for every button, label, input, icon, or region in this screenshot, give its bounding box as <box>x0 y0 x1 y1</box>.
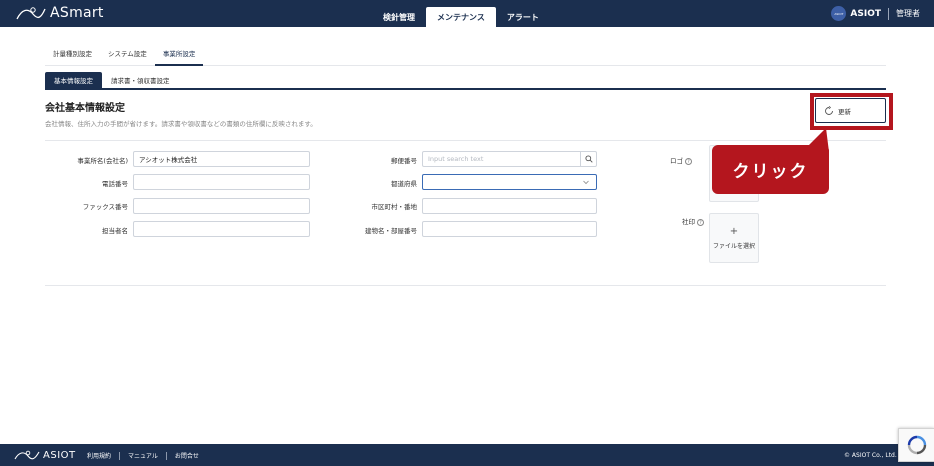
fax-field[interactable] <box>133 198 310 214</box>
building-label: 建物名・部屋番号 <box>365 227 417 235</box>
footer-link-terms[interactable]: 利用規約 <box>87 451 111 460</box>
prefecture-label: 都道府県 <box>391 180 417 188</box>
city-field[interactable] <box>422 198 597 214</box>
header-right: ASIOT ASIOT 管理者 <box>831 6 920 21</box>
chevron-down-icon <box>583 180 589 185</box>
brand-wave-icon <box>14 450 40 460</box>
city-label: 市区町村・番地 <box>371 203 418 211</box>
nav-alert[interactable]: アラート <box>496 7 550 27</box>
seal-label: 社印? <box>682 216 710 226</box>
top-header: ASmart 検針管理 メンテナンス アラート ASIOT ASIOT 管理者 <box>0 0 934 27</box>
help-icon[interactable]: ? <box>685 157 692 165</box>
footer-divider <box>119 451 121 460</box>
footer-links: 利用規約 マニュアル お問合せ <box>87 451 199 460</box>
logo-label: ロゴ? <box>670 155 706 165</box>
seal-upload[interactable]: + ファイルを選択 <box>709 213 759 263</box>
footer-brand[interactable]: ASIOT <box>14 449 76 461</box>
section-description: 会社情報、住所入力の手間が省けます。請求書や領収書などの書類の住所欄に反映されま… <box>45 120 317 128</box>
postal-search-input[interactable]: Input search text <box>422 151 597 167</box>
click-callout: クリック <box>712 145 829 194</box>
phone-field[interactable] <box>133 174 310 190</box>
upload-label: ファイルを選択 <box>712 242 755 250</box>
nav-meter-management[interactable]: 検針管理 <box>372 7 426 27</box>
settings-subnav: 計量種別設定 システム設定 事業所設定 <box>45 44 886 66</box>
brand-name: ASmart <box>50 5 104 21</box>
section-title: 会社基本情報設定 <box>45 103 125 114</box>
brand-logo[interactable]: ASmart <box>16 5 104 21</box>
divider <box>45 285 886 286</box>
office-name-field[interactable]: アシオット株式会社 <box>133 151 310 167</box>
search-button[interactable] <box>580 152 596 166</box>
phone-label: 電話番号 <box>102 180 128 188</box>
click-callout-text: クリック <box>732 162 809 182</box>
divider <box>45 140 886 141</box>
company-badge-icon: ASIOT <box>831 6 847 21</box>
postal-placeholder: Input search text <box>428 155 484 163</box>
company-name: ASIOT <box>850 8 881 19</box>
main-nav: 検針管理 メンテナンス アラート <box>372 7 550 27</box>
recaptcha-icon <box>907 435 926 455</box>
user-menu[interactable]: 管理者 <box>896 8 920 19</box>
plus-icon: + <box>729 225 739 237</box>
building-field[interactable] <box>422 221 597 237</box>
tab-basic-info[interactable]: 基本情報設定 <box>45 72 102 88</box>
footer-link-contact[interactable]: お問合せ <box>175 451 199 460</box>
copyright: © ASIOT Co., Ltd. <box>844 452 897 459</box>
fax-label: ファックス番号 <box>82 203 128 211</box>
recaptcha-badge[interactable] <box>898 428 934 462</box>
help-icon[interactable]: ? <box>697 218 704 226</box>
office-tabs: 基本情報設定 請求書・領収書設定 <box>45 72 886 90</box>
footer-divider <box>165 451 167 460</box>
search-icon <box>584 155 593 163</box>
subnav-metering-type[interactable]: 計量種別設定 <box>45 44 100 66</box>
brand-wave-icon <box>16 7 46 20</box>
postal-label: 郵便番号 <box>391 157 417 165</box>
footer-brand-name: ASIOT <box>43 449 76 461</box>
nav-maintenance[interactable]: メンテナンス <box>426 7 496 27</box>
header-divider <box>888 7 889 20</box>
subnav-system[interactable]: システム設定 <box>100 44 155 66</box>
office-name-label: 事業所名(会社名) <box>77 157 128 165</box>
footer-link-manual[interactable]: マニュアル <box>128 451 158 460</box>
update-button-highlight <box>810 93 893 130</box>
footer: ASIOT 利用規約 マニュアル お問合せ © ASIOT Co., Ltd. <box>0 444 934 466</box>
prefecture-select[interactable] <box>422 174 597 190</box>
subnav-office[interactable]: 事業所設定 <box>154 44 204 66</box>
contact-label: 担当者名 <box>102 227 128 235</box>
contact-field[interactable] <box>133 221 310 237</box>
tab-invoice-receipt[interactable]: 請求書・領収書設定 <box>102 72 179 88</box>
